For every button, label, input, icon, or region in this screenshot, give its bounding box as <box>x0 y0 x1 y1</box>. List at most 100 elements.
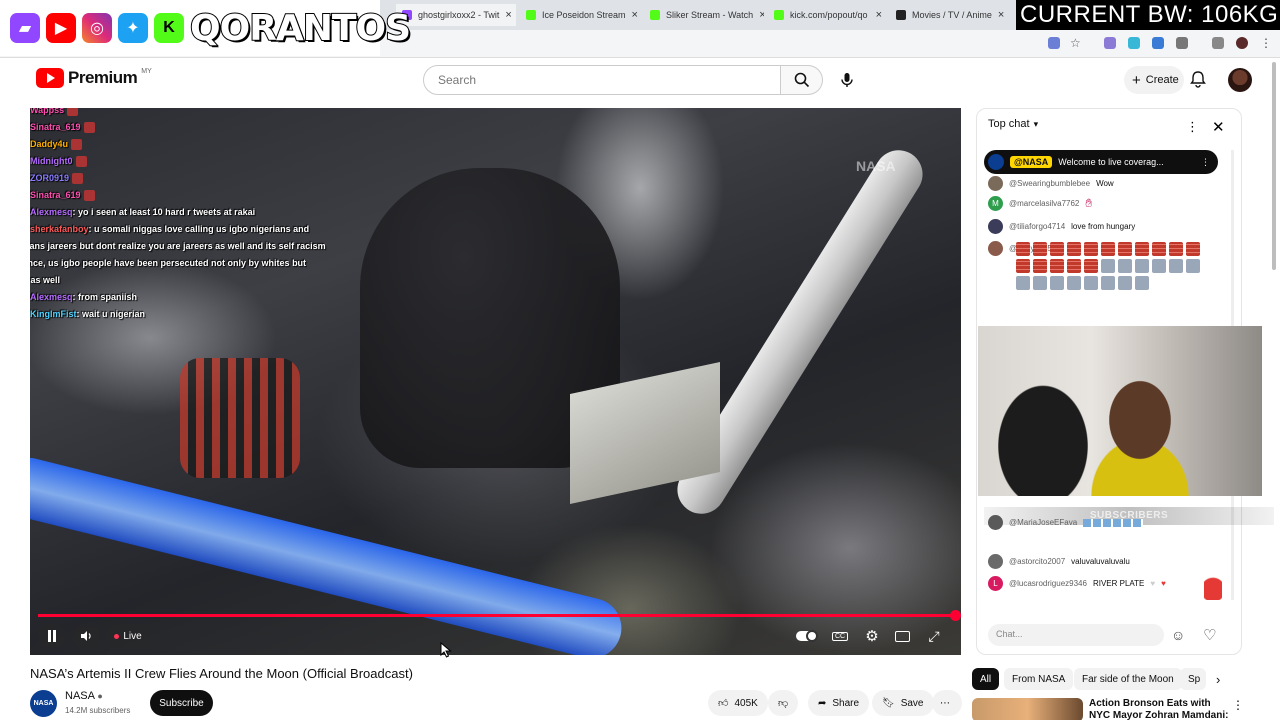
chat-author[interactable]: @MariaJoseEFava <box>1009 518 1077 527</box>
stream-chat-line: Midnight0 <box>30 153 340 170</box>
chat-author[interactable]: @marcelasilva7762 <box>1009 199 1079 208</box>
browser-tab[interactable]: Movies / TV / Anime × <box>890 4 1010 26</box>
chat-emote-icon <box>83 190 95 202</box>
close-chat-button[interactable]: ✕ <box>1212 118 1225 137</box>
brick-emote-icon <box>1101 242 1115 256</box>
chat-emote-icon <box>72 173 84 185</box>
autoplay-toggle[interactable] <box>796 628 818 644</box>
stream-chat-username: Daddy4u <box>30 139 69 149</box>
kick-icon <box>526 10 536 20</box>
channel-name[interactable]: NASA ● <box>65 690 103 702</box>
brick-emote-icon <box>1067 259 1081 273</box>
stream-chat-text: : from spaniish <box>72 292 138 302</box>
like-button[interactable]: 👍︎ 405K <box>708 690 768 716</box>
browser-tab[interactable]: kick.com/popout/qo × <box>768 4 888 26</box>
live-badge[interactable]: Live <box>106 624 150 648</box>
up-emote-icon <box>1118 259 1132 273</box>
more-actions-button[interactable]: ⋯ <box>932 690 962 716</box>
theater-mode-button[interactable] <box>892 628 912 644</box>
progress-bar[interactable] <box>38 614 958 617</box>
close-tab-icon[interactable]: × <box>876 9 882 21</box>
subscribe-button[interactable]: Subscribe <box>150 690 213 716</box>
tab-label: Ice Poseidon Stream <box>542 10 626 20</box>
extension-icon[interactable] <box>1152 37 1164 49</box>
browser-tab[interactable]: Sliker Stream - Watch × <box>644 4 764 26</box>
page-scrollbar[interactable] <box>1272 62 1276 270</box>
close-tab-icon[interactable]: × <box>632 9 638 21</box>
chat-menu-button[interactable]: ⋮ <box>1186 118 1199 136</box>
bell-icon <box>1190 71 1206 88</box>
user-avatar <box>988 515 1003 530</box>
stream-chat-username: Midnight0 <box>30 156 73 166</box>
chip-from-nasa[interactable]: From NASA <box>1004 668 1074 690</box>
chips-next-button[interactable]: › <box>1216 672 1220 687</box>
pause-button[interactable] <box>38 624 66 648</box>
channel-avatar[interactable]: NASA <box>30 690 57 717</box>
extension-icon[interactable] <box>1048 37 1060 49</box>
argentina-flag-icon <box>1083 518 1144 527</box>
volume-icon <box>81 631 91 641</box>
progress-scrubber[interactable] <box>950 610 961 621</box>
chat-author[interactable]: @astorcito2007 <box>1009 557 1065 566</box>
tab-label: kick.com/popout/qo <box>790 10 868 20</box>
share-button[interactable]: ➦ Share <box>808 690 870 716</box>
chat-text: RIVER PLATE <box>1092 579 1145 588</box>
youtube-premium-logo[interactable]: Premium MY <box>36 68 152 88</box>
voice-search-button[interactable] <box>832 65 862 95</box>
fullscreen-button[interactable]: ⤢ <box>924 628 944 644</box>
brick-emote-icon <box>1033 242 1047 256</box>
settings-button[interactable]: ⚙ <box>862 628 882 645</box>
stream-chat-text: : u somali niggas love calling us igbo n… <box>88 224 310 234</box>
notifications-button[interactable] <box>1190 70 1206 93</box>
browser-tab[interactable]: ghostgirlxoxx2 - Twit × <box>396 4 516 26</box>
puzzle-icon[interactable] <box>1176 37 1188 49</box>
browser-tab[interactable]: Ice Poseidon Stream × <box>520 4 640 26</box>
stream-chat-username: ethiopians <box>30 241 46 251</box>
star-icon[interactable]: ☆ <box>1070 37 1082 49</box>
stream-chat-text: : wait u nigerian <box>76 309 146 319</box>
chat-author[interactable]: @tiliaforgo4714 <box>1009 222 1065 231</box>
close-tab-icon[interactable]: × <box>505 9 511 21</box>
chat-message: @astorcito2007 valuvaluvaluvalu <box>988 554 1130 569</box>
channel-name-text: NASA <box>65 690 95 702</box>
account-avatar[interactable] <box>1228 68 1252 92</box>
search-input[interactable]: Search <box>423 65 781 95</box>
chip-space[interactable]: Sp <box>1180 668 1206 690</box>
thumbs-down-icon: 👎︎ <box>778 698 789 709</box>
pinned-message[interactable]: @NASA Welcome to live coverag... ⋮ <box>984 150 1218 174</box>
extension-icon[interactable] <box>1104 37 1116 49</box>
volume-button[interactable] <box>72 624 100 648</box>
save-button[interactable]: 🔖︎ Save <box>872 690 934 716</box>
more-vertical-icon[interactable]: ⋮ <box>1232 698 1244 712</box>
sidebar-icon[interactable] <box>1212 37 1224 49</box>
search-button[interactable] <box>781 65 823 95</box>
recommended-title[interactable]: Action Bronson Eats with NYC Mayor Zohra… <box>1089 698 1229 720</box>
recommended-thumbnail[interactable] <box>972 698 1083 720</box>
captions-button[interactable]: CC <box>830 628 850 644</box>
chat-author[interactable]: @Swearingbumblebee <box>1009 179 1090 188</box>
video-player[interactable]: NASA Sinatra_619ZOR0919WappssSinatra_619… <box>30 108 961 655</box>
stream-chat-text: , us igbo people have been persecuted no… <box>43 258 307 268</box>
browser-menu-icon[interactable]: ⋮ <box>1260 37 1272 49</box>
chat-input[interactable]: Chat... <box>988 624 1164 646</box>
close-tab-icon[interactable]: × <box>759 9 764 21</box>
dislike-button[interactable]: 👎︎ <box>768 690 799 716</box>
chat-text: valuvaluvaluvalu <box>1071 557 1130 566</box>
chip-far-side-of-the-moon[interactable]: Far side of the Moon <box>1074 668 1182 690</box>
up-emote-icon <box>1118 276 1132 290</box>
more-vertical-icon[interactable]: ⋮ <box>1201 157 1210 168</box>
stream-chat-username: Alexmesq <box>30 207 73 217</box>
extension-icon[interactable] <box>1128 37 1140 49</box>
pinned-text: Welcome to live coverag... <box>1058 157 1164 167</box>
chat-author[interactable]: @lucasrodriguez9346 <box>1009 579 1087 588</box>
close-tab-icon[interactable]: × <box>998 9 1004 21</box>
emoji-button[interactable]: ☺ <box>1171 627 1185 643</box>
profile-icon[interactable] <box>1236 37 1248 49</box>
chat-mode-selector[interactable]: Top chat ▾ <box>988 118 1038 130</box>
heart-reaction-button[interactable]: ♡ <box>1203 626 1216 644</box>
bookmark-icon: 🔖︎ <box>882 697 895 709</box>
create-button[interactable]: + Create <box>1124 66 1184 94</box>
chip-all[interactable]: All <box>972 668 1000 690</box>
kick-icon <box>774 10 784 20</box>
brick-emote-icon <box>1016 242 1030 256</box>
